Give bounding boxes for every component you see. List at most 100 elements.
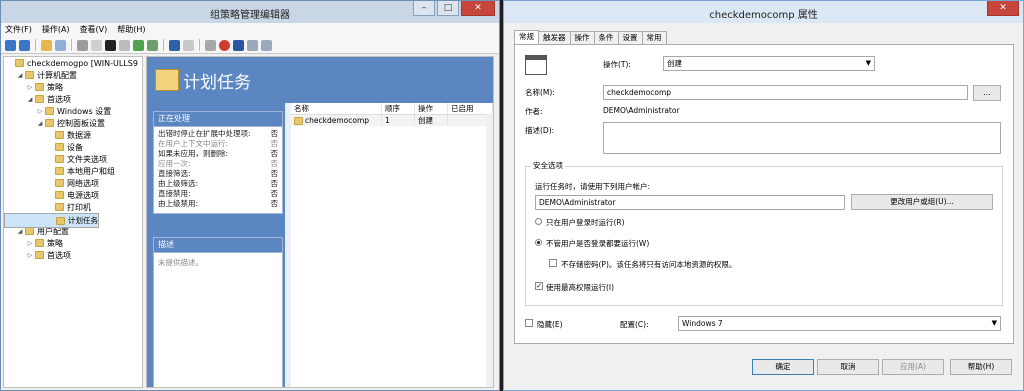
no-password-checkbox[interactable] (549, 259, 557, 267)
move-up-icon[interactable] (247, 39, 258, 51)
tree-item[interactable]: 网络选项 (4, 177, 142, 189)
expand-toggle-icon[interactable]: ▷ (36, 108, 44, 115)
tab-general[interactable]: 常规 (514, 30, 539, 44)
tree-item[interactable]: 计划任务 (4, 213, 99, 228)
properties-icon[interactable] (119, 39, 130, 51)
tree-item[interactable]: ▷ 首选项 (4, 249, 142, 261)
tree-item-label: 文件夹选项 (67, 154, 107, 164)
hidden-checkbox[interactable] (525, 319, 533, 327)
export-icon[interactable] (147, 39, 158, 51)
column-name[interactable]: 名称 (291, 103, 382, 114)
processing-row: 由上级禁用: 否 (154, 199, 282, 209)
tree-item[interactable]: 数据源 (4, 129, 142, 141)
change-user-button[interactable]: 更改用户或组(U)... (851, 194, 993, 210)
info-column: 正在处理 出错时停止在扩展中处理项: 否在用户上下文中运行: 否如果未应用，则删除:… (147, 103, 285, 387)
run-whether-radio[interactable] (535, 239, 542, 246)
configure-select[interactable]: Windows 7 ▼ (678, 316, 1001, 331)
delete-icon[interactable] (105, 39, 116, 51)
copy-icon[interactable] (91, 39, 102, 51)
tree-item[interactable]: ◢ 计算机配置 (4, 69, 142, 81)
up-folder-icon[interactable] (41, 39, 52, 51)
tree-item[interactable]: ◢ 首选项 (4, 93, 142, 105)
minimize-button[interactable]: – (413, 1, 435, 16)
tree-item[interactable]: 电源选项 (4, 189, 142, 201)
refresh-icon[interactable] (133, 39, 144, 51)
task-icon (294, 116, 303, 125)
name-field[interactable]: checkdemocomp (603, 85, 968, 100)
new-item-icon[interactable] (205, 39, 216, 51)
chevron-down-icon: ▼ (865, 59, 871, 67)
tree-item[interactable]: checkdemogpo [WIN-ULLS9 (4, 57, 142, 69)
processing-row: 直接筛选: 否 (154, 169, 282, 179)
add-icon[interactable] (233, 39, 244, 51)
navigation-tree: checkdemogpo [WIN-ULLS9 ◢ 计算机配置 ▷ 策略 ◢ 首选项 ▷ Win… (3, 56, 143, 388)
close-button[interactable]: ✕ (461, 1, 495, 16)
cut-icon[interactable] (77, 39, 88, 51)
panel-icon[interactable] (183, 39, 194, 51)
column-order[interactable]: 顺序 (382, 103, 415, 114)
tree-item[interactable]: 本地用户和组 (4, 165, 142, 177)
show-hide-tree-icon[interactable] (55, 39, 66, 51)
help-icon[interactable] (169, 39, 180, 51)
expand-toggle-icon[interactable]: ▷ (26, 252, 34, 259)
action-label: 操作(T): (603, 60, 631, 69)
tab-actions[interactable]: 操作 (569, 31, 595, 44)
tree-item-label: 打印机 (67, 202, 91, 212)
processing-value: 否 (270, 139, 279, 148)
run-whether-label: 不管用户是否登录都要运行(W) (546, 239, 650, 248)
tab-common[interactable]: 常用 (641, 31, 667, 44)
items-list: 名称 顺序 操作 已启用 checkdemocomp 1 创建 (291, 103, 493, 387)
browse-button[interactable]: ... (973, 85, 1001, 101)
expand-toggle-icon[interactable]: ▷ (26, 84, 34, 91)
column-enabled[interactable]: 已启用 (448, 103, 493, 114)
apply-button[interactable]: 应用(A) (882, 359, 944, 375)
menu-view[interactable]: 查看(V) (80, 23, 108, 37)
expand-toggle-icon[interactable]: ◢ (26, 96, 34, 103)
back-icon[interactable] (5, 39, 16, 51)
vertical-scrollbar[interactable] (486, 114, 493, 387)
tree-item[interactable]: ▷ Windows 设置 (4, 105, 142, 117)
tree-item[interactable]: 设备 (4, 141, 142, 153)
security-options-title: 安全选项 (531, 160, 565, 171)
expand-toggle-icon[interactable]: ◢ (16, 72, 24, 79)
dialog-title: checkdemocomp 属性 (709, 10, 818, 21)
forward-icon[interactable] (19, 39, 30, 51)
cancel-button[interactable]: 取消 (817, 359, 879, 375)
menu-file[interactable]: 文件(F) (5, 23, 32, 37)
description-field[interactable] (603, 122, 1001, 154)
tab-triggers[interactable]: 触发器 (538, 31, 571, 44)
maximize-button[interactable]: □ (437, 1, 459, 16)
tree-node-icon (25, 227, 34, 235)
move-down-icon[interactable] (261, 39, 272, 51)
highest-privileges-label: 使用最高权限运行(I) (546, 283, 615, 292)
expand-toggle-icon[interactable]: ▷ (26, 240, 34, 247)
processing-value: 否 (270, 189, 279, 198)
action-select[interactable]: 创建 ▼ (663, 56, 875, 71)
menu-help[interactable]: 帮助(H) (117, 23, 145, 37)
tree-item[interactable]: ◢ 控制面板设置 (4, 117, 142, 129)
processing-header: 正在处理 (154, 112, 282, 127)
column-action[interactable]: 操作 (415, 103, 448, 114)
banner-title: 计划任务 (183, 73, 251, 93)
general-tab-body: 操作(T): 创建 ▼ 名称(M): checkdemocomp ... 作者:… (514, 44, 1014, 344)
list-item[interactable]: checkdemocomp 1 创建 (291, 115, 493, 126)
tree-node-icon (45, 107, 54, 115)
run-logged-on-radio[interactable] (535, 218, 542, 225)
highest-privileges-checkbox[interactable]: ✓ (535, 282, 543, 290)
tab-settings[interactable]: 设置 (617, 31, 643, 44)
ok-button[interactable]: 确定 (752, 359, 814, 375)
run-as-field[interactable]: DEMO\Administrator (535, 195, 845, 210)
tree-item[interactable]: ▷ 策略 (4, 81, 142, 93)
details-pane: 计划任务 正在处理 出错时停止在扩展中处理项: 否在用户上下文中运行: 否如果未应用… (146, 56, 494, 388)
menu-action[interactable]: 操作(A) (42, 23, 70, 37)
expand-toggle-icon[interactable]: ◢ (16, 228, 24, 235)
help-button[interactable]: 帮助(H) (950, 359, 1012, 375)
stop-icon[interactable] (219, 39, 230, 51)
processing-value: 否 (270, 149, 279, 158)
expand-toggle-icon[interactable]: ◢ (36, 120, 44, 127)
tree-item[interactable]: ▷ 策略 (4, 237, 142, 249)
dialog-close-button[interactable]: ✕ (987, 1, 1019, 16)
tree-item[interactable]: 打印机 (4, 201, 142, 213)
tree-item[interactable]: 文件夹选项 (4, 153, 142, 165)
tab-conditions[interactable]: 条件 (593, 31, 619, 44)
